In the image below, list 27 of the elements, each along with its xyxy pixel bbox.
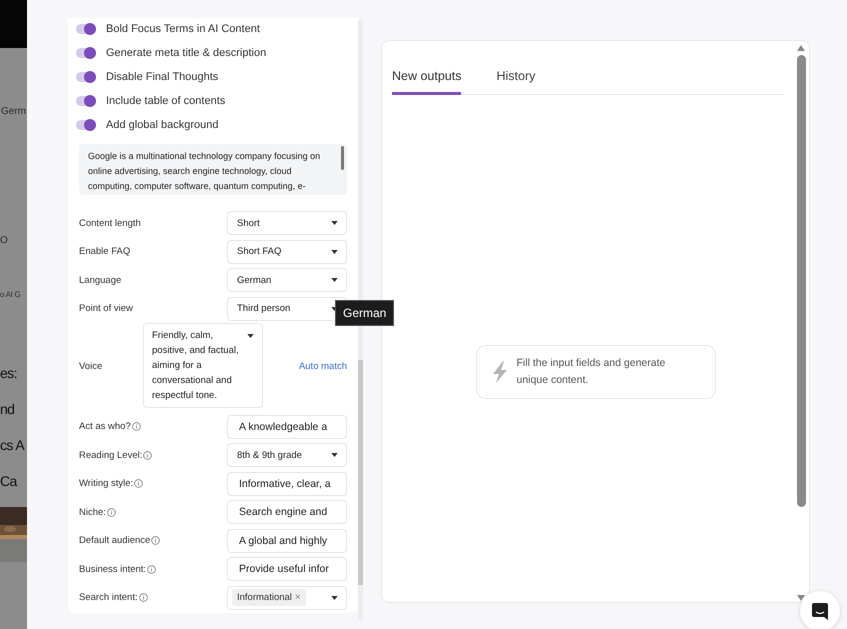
field-label: Reading Level:	[79, 450, 142, 460]
toggle-label: Include table of contents	[106, 95, 226, 107]
page-text: Germ	[1, 105, 27, 119]
article-title: nd	[0, 400, 16, 419]
field-label: Voice	[79, 361, 104, 372]
field-label: Content length	[79, 218, 141, 228]
field-label: Point of view	[79, 303, 133, 314]
field-label: Business intent:	[79, 564, 146, 574]
field-label: Default audience	[79, 535, 150, 546]
field-label: Language	[79, 274, 122, 286]
toggle-label: Bold Focus Terms in AI Content	[106, 23, 260, 35]
toggle-label: Disable Final Thoughts	[106, 71, 218, 83]
toggle-label: Generate meta title & description	[106, 47, 266, 59]
article-title: es:	[0, 364, 18, 383]
tag-chip: Informational ×	[232, 589, 306, 606]
page-text: O	[0, 235, 9, 246]
empty-message: Fill the input fields and generate unique content.	[516, 356, 666, 388]
tooltip: German	[335, 300, 394, 326]
field-label: Search intent:	[79, 592, 138, 603]
article-title: Ca	[0, 472, 18, 491]
field-label: Enable FAQ	[79, 246, 130, 257]
page-text: o AI G	[0, 290, 22, 299]
field-label: Writing style:	[79, 478, 134, 489]
toggle-label: Add global background	[106, 119, 219, 131]
field-label: Niche:	[79, 506, 106, 518]
field-label: Act as who?	[79, 421, 131, 432]
article-title: cs A	[0, 436, 26, 455]
